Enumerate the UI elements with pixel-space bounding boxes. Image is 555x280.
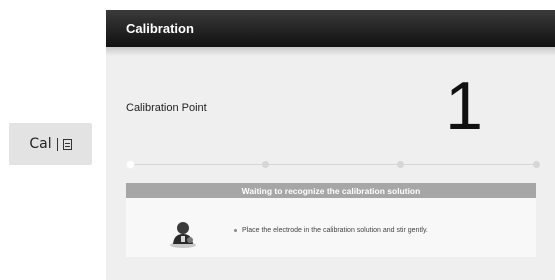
calibration-point-label: Calibration Point <box>126 102 207 114</box>
person-electrode-icon <box>170 222 196 248</box>
calibration-point-number: 1 <box>445 68 483 144</box>
calibration-panel: Calibration Calibration Point 1 Waiting … <box>106 10 555 280</box>
title-bar: Calibration <box>106 10 555 47</box>
instruction: Place the electrode in the calibration s… <box>234 227 428 234</box>
progress-step-4 <box>533 161 540 168</box>
cal-button-label: Cal <box>29 136 52 152</box>
cal-button[interactable]: Cal <box>9 123 92 165</box>
progress-step-3 <box>397 161 404 168</box>
separator <box>56 137 58 151</box>
calibration-progress <box>127 161 540 169</box>
status-box: Waiting to recognize the calibration sol… <box>126 183 536 257</box>
instruction-text: Place the electrode in the calibration s… <box>242 227 428 234</box>
status-header: Waiting to recognize the calibration sol… <box>126 183 536 198</box>
progress-step-1 <box>127 161 134 168</box>
window-title: Calibration <box>126 21 194 36</box>
document-icon <box>62 138 72 150</box>
progress-track <box>130 164 536 165</box>
title-shadow <box>106 47 555 56</box>
progress-step-2 <box>262 161 269 168</box>
bullet <box>234 229 237 232</box>
